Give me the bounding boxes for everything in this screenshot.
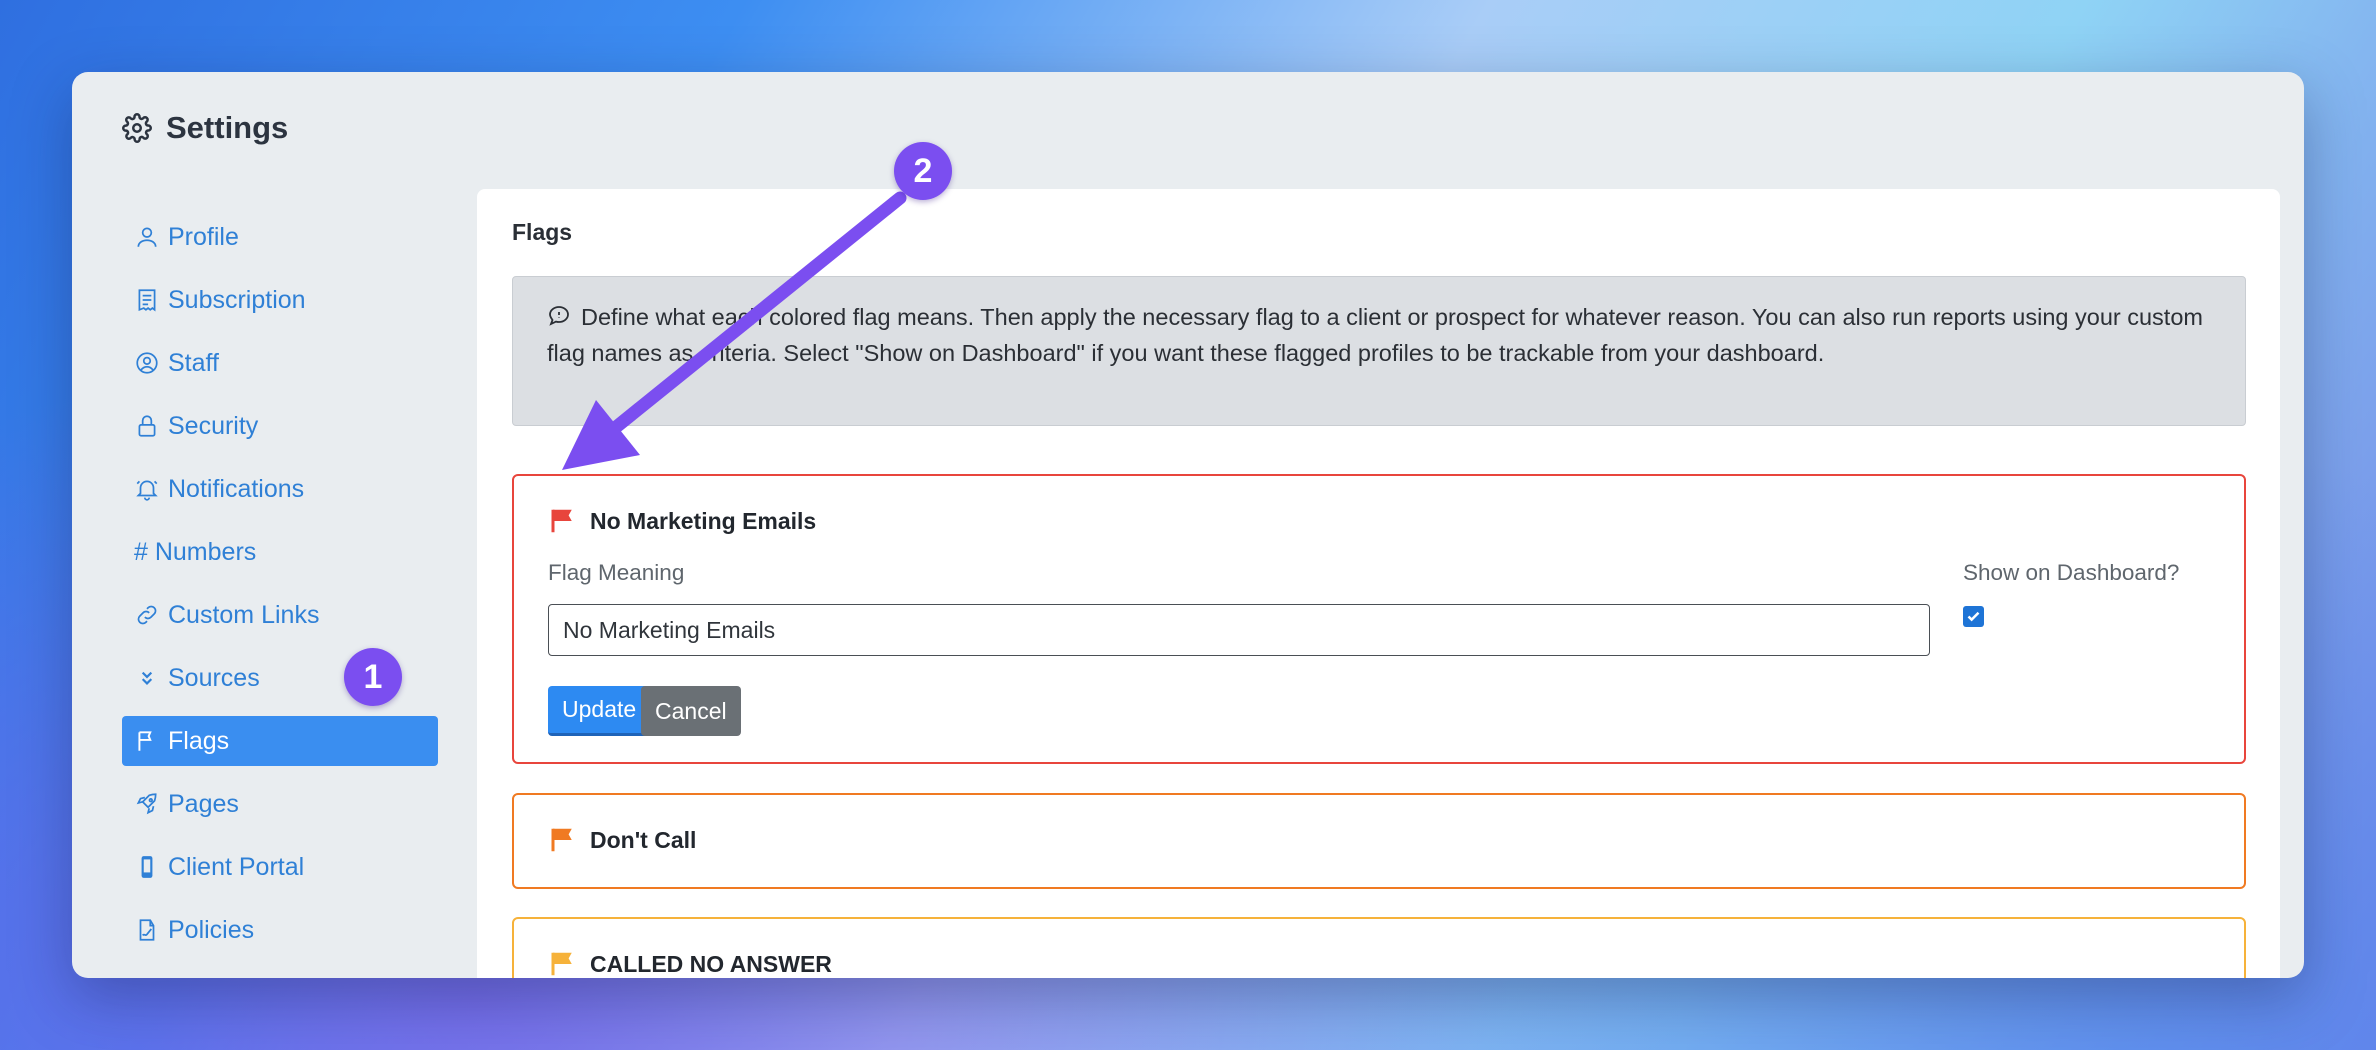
flag-card-header: CALLED NO ANSWER: [548, 949, 832, 978]
chevrons-down-icon: [141, 671, 153, 685]
settings-window: Settings Profile Subscription Staff Secu…: [72, 72, 2304, 978]
flag-name: Don't Call: [590, 826, 697, 853]
sidebar-item-custom-links[interactable]: Custom Links: [122, 590, 438, 640]
flag-card-header[interactable]: No Marketing Emails: [548, 506, 816, 536]
sidebar-item-label: Sources: [168, 663, 260, 692]
rocket-icon: [136, 793, 157, 815]
link-icon: [137, 605, 157, 625]
update-button[interactable]: Update: [548, 686, 651, 736]
sidebar-item-label: Custom Links: [168, 600, 320, 629]
window-title: Settings: [122, 110, 288, 146]
comment-icon: [549, 306, 569, 326]
sidebar-item-label: Policies: [168, 915, 255, 944]
sidebar-item-label: Notifications: [168, 474, 305, 503]
sidebar-item-label: Security: [168, 411, 259, 440]
sidebar-item-label: Flags: [168, 726, 230, 755]
user-icon: [137, 227, 157, 247]
flag-icon: [138, 731, 152, 751]
flag-icon: [551, 828, 572, 852]
annotation-badge-2: 2: [894, 142, 952, 200]
panel-title: Flags: [512, 219, 573, 245]
lock-icon: [138, 415, 156, 437]
flag-card-header: Don't Call: [548, 825, 696, 855]
annotation-badge-1: 1: [344, 648, 402, 706]
settings-sidebar: Profile Subscription Staff Security Noti…: [122, 212, 438, 968]
flag-name: No Marketing Emails: [590, 507, 817, 534]
sidebar-item-profile[interactable]: Profile: [122, 212, 438, 262]
sidebar-item-flags[interactable]: Flags: [122, 716, 438, 766]
receipt-icon: [138, 289, 156, 312]
show-on-dashboard-label: Show on Dashboard?: [1963, 560, 2180, 585]
sidebar-item-label: Staff: [168, 348, 219, 377]
info-text: Define what each colored flag means. The…: [547, 304, 2203, 366]
info-alert: Define what each colored flag means. The…: [512, 276, 2246, 426]
flag-meaning-input[interactable]: [548, 604, 1930, 656]
flag-icon: [551, 509, 572, 533]
flag-name: CALLED NO ANSWER: [590, 950, 832, 977]
phone-icon: [141, 856, 153, 878]
sidebar-item-label: Client Portal: [168, 852, 305, 881]
show-on-dashboard-checkbox[interactable]: [1963, 606, 1984, 627]
sidebar-item-notifications[interactable]: Notifications: [122, 464, 438, 514]
sidebar-item-pages[interactable]: Pages: [122, 779, 438, 829]
flag-card-called-no-answer[interactable]: CALLED NO ANSWER: [512, 917, 2246, 978]
user-circle-icon: [136, 352, 158, 374]
sidebar-item-label: Pages: [168, 789, 239, 818]
flag-card-no-marketing-emails: No Marketing Emails Flag Meaning Show on…: [512, 474, 2246, 764]
sidebar-item-label: Subscription: [168, 285, 306, 314]
checkmark-icon: [1967, 611, 1980, 622]
file-signature-icon: [139, 919, 155, 941]
sidebar-item-security[interactable]: Security: [122, 401, 438, 451]
cancel-button[interactable]: Cancel: [641, 686, 741, 736]
sidebar-item-client-portal[interactable]: Client Portal: [122, 842, 438, 892]
gear-icon: [122, 113, 152, 143]
flag-meaning-label: Flag Meaning: [548, 560, 685, 585]
sidebar-item-policies[interactable]: Policies: [122, 905, 438, 955]
sidebar-item-staff[interactable]: Staff: [122, 338, 438, 388]
window-title-text: Settings: [166, 110, 289, 145]
bell-icon: [136, 480, 158, 501]
flag-card-dont-call[interactable]: Don't Call: [512, 793, 2246, 889]
sidebar-item-label: # Numbers: [134, 537, 257, 566]
flags-panel: Flags Define what each colored flag mean…: [477, 189, 2280, 978]
flag-icon: [551, 952, 572, 976]
sidebar-item-label: Profile: [168, 222, 239, 251]
sidebar-item-numbers[interactable]: # Numbers: [122, 527, 438, 577]
sidebar-item-subscription[interactable]: Subscription: [122, 275, 438, 325]
